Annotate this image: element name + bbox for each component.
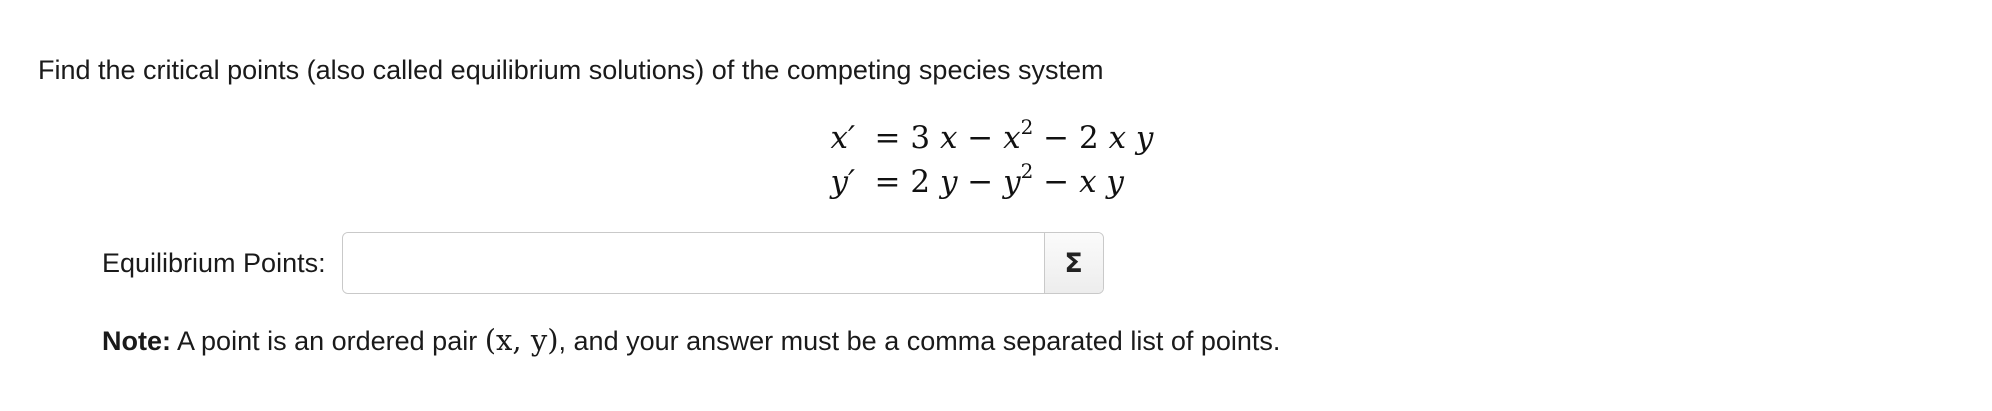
equation-row-x: x′ = 3 x − x2 − 2 x y bbox=[831, 116, 1154, 160]
equation-rhs-x: = 3 x − x2 − 2 x y bbox=[874, 115, 1154, 156]
note-text-before: A point is an ordered pair bbox=[171, 326, 485, 356]
equation-rhs-y: = 2 y − y2 − x y bbox=[874, 159, 1124, 200]
note-label: Note: bbox=[102, 326, 171, 356]
note: Note: A point is an ordered pair (x, y),… bbox=[102, 322, 1280, 359]
note-text-after: , and your answer must be a comma separa… bbox=[558, 326, 1281, 356]
answer-label: Equilibrium Points: bbox=[102, 248, 326, 278]
sigma-icon: Σ bbox=[1064, 247, 1083, 279]
answer-row: Equilibrium Points: Σ bbox=[102, 232, 1104, 294]
answer-field-group: Σ bbox=[341, 232, 1104, 294]
equation-row-y: y′ = 2 y − y2 − x y bbox=[831, 160, 1154, 204]
problem-prompt: Find the critical points (also called eq… bbox=[38, 55, 1104, 85]
equation-system: x′ = 3 x − x2 − 2 x y y′ = 2 y − y2 − x … bbox=[0, 116, 1992, 204]
equilibrium-points-input[interactable] bbox=[342, 233, 1044, 293]
equation-lhs-x: x′ bbox=[830, 120, 856, 156]
equation-lhs-y: y′ bbox=[830, 164, 856, 200]
equation-block: x′ = 3 x − x2 − 2 x y y′ = 2 y − y2 − x … bbox=[831, 116, 1154, 204]
equation-editor-button[interactable]: Σ bbox=[1043, 233, 1103, 293]
note-math: (x, y) bbox=[484, 323, 559, 357]
